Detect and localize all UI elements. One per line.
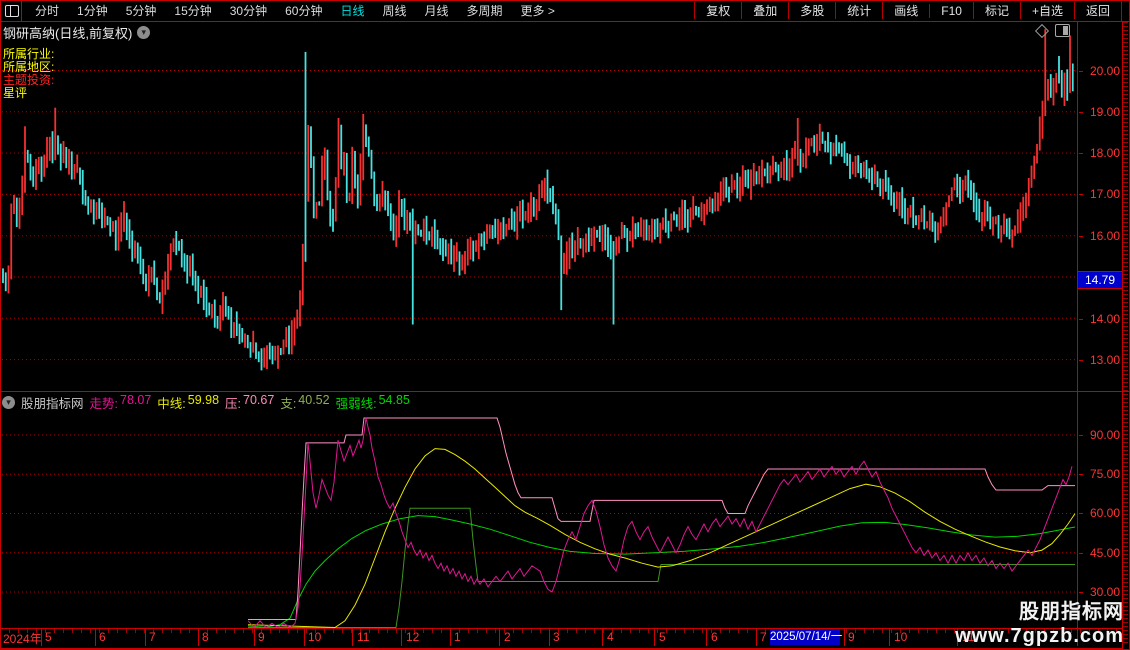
menu-item-fanhui[interactable]: 返回 [1073,2,1121,19]
period-menu: 分时 1分钟 5分钟 15分钟 30分钟 60分钟 日线 周线 月线 多周期 更… [26,0,564,21]
menu-item-15min[interactable]: 15分钟 [165,2,220,19]
menu-item-1min[interactable]: 1分钟 [68,2,117,19]
price-label: 18.00 [1079,146,1120,160]
divider [21,0,22,21]
top-menu-bar: 分时 1分钟 5分钟 15分钟 30分钟 60分钟 日线 周线 月线 多周期 更… [0,0,1130,22]
indicator-zhi: 支: 40.52 [280,392,330,411]
menu-item-more[interactable]: 更多 > [512,2,564,19]
menu-item-fenshi[interactable]: 分时 [26,2,68,19]
indicator-qiangruoxian: 强弱线: 54.85 [335,392,410,411]
panel-toggle-icon[interactable] [5,5,19,17]
star-rating-label[interactable]: 星评 [3,84,27,101]
chevron-down-icon[interactable]: ▾ [137,26,151,39]
value-label: 90.00 [1079,428,1120,442]
menu-item-duogu[interactable]: 多股 [788,2,835,19]
stock-title: 钢研高纳(日线,前复权) [3,26,133,41]
menu-item-tongji[interactable]: 统计 [835,2,882,19]
menu-item-f10[interactable]: F10 [929,3,973,18]
menu-item-huaxian[interactable]: 画线 [882,2,929,19]
indicator-line-chart[interactable] [2,413,1077,628]
watermark: 股朋指标网 www.7gpzb.com [955,600,1124,648]
price-label: 19.00 [1079,105,1120,119]
value-label: 75.00 [1079,467,1120,481]
menu-item-60min[interactable]: 60分钟 [276,2,331,19]
menu-item-zixuan[interactable]: +自选 [1019,2,1074,19]
split-window-icon[interactable] [1055,24,1070,37]
date-highlight-badge: 2025/07/14/一 [770,629,843,645]
watermark-url: www.7gpzb.com [955,625,1124,647]
price-label: 14.00 [1079,312,1120,326]
tool-menu: 复权 叠加 多股 统计 画线 F10 标记 +自选 返回 [694,0,1122,21]
time-axis[interactable] [0,628,1122,649]
menu-item-daily[interactable]: 日线 [331,2,373,19]
menu-item-5min[interactable]: 5分钟 [117,2,166,19]
price-label: 20.00 [1079,64,1120,78]
indicator-header: ▾ 股朋指标网 走势: 78.07 中线: 59.98 压: 70.67 支: 40.5… [2,393,410,411]
menu-item-diejia[interactable]: 叠加 [741,2,788,19]
value-label: 30.00 [1079,585,1120,599]
menu-item-30min[interactable]: 30分钟 [221,2,276,19]
menu-item-monthly[interactable]: 月线 [416,2,458,19]
menu-item-biaoji[interactable]: 标记 [972,2,1020,19]
price-label: 17.00 [1079,187,1120,201]
menu-item-fuquan[interactable]: 复权 [694,2,741,19]
chart-title: 钢研高纳(日线,前复权) ▾ [3,23,151,42]
indicator-zhongxian: 中线: 59.98 [157,392,220,411]
indicator-ya: 压: 70.67 [225,392,275,411]
value-label: 45.00 [1079,546,1120,560]
indicator-zoushi: 走势: 78.07 [89,392,152,411]
indicator-source[interactable]: 股朋指标网 [21,393,84,412]
price-label: 13.00 [1079,353,1120,367]
value-label: 60.00 [1079,506,1120,520]
price-label: 16.00 [1079,229,1120,243]
right-tick-strip [1123,22,1128,646]
menu-item-multiperiod[interactable]: 多周期 [458,2,512,19]
last-price-badge: 14.79 [1078,271,1122,289]
main-candlestick-chart[interactable] [2,22,1077,391]
watermark-brand: 股朋指标网 [1019,601,1124,623]
chevron-down-icon[interactable]: ▾ [2,395,15,409]
menu-item-weekly[interactable]: 周线 [373,2,415,19]
axis-border [1077,22,1078,646]
